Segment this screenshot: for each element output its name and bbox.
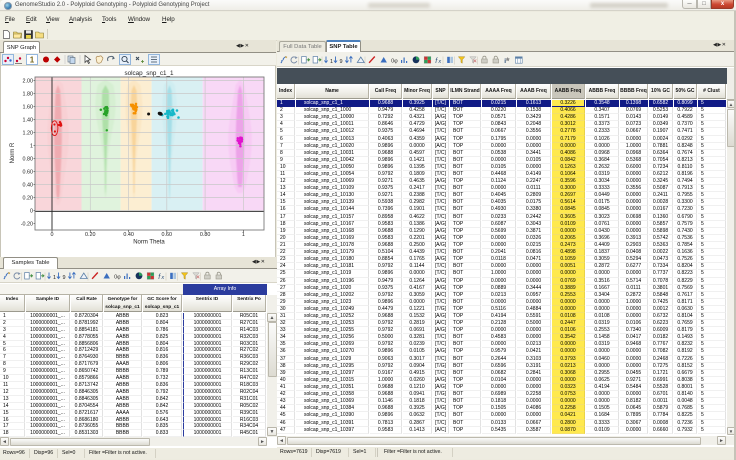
- svg-text:1.40: 1.40: [23, 118, 34, 124]
- svg-text:9: 9: [340, 59, 343, 65]
- svg-text:1: 1: [53, 275, 56, 281]
- svg-text:0: 0: [51, 232, 54, 238]
- svg-text:solcap_snp_c1_1: solcap_snp_c1_1: [124, 70, 174, 77]
- svg-text:1: 1: [30, 144, 33, 150]
- svg-text:1: 1: [30, 56, 35, 65]
- svg-text:0.40: 0.40: [23, 183, 34, 189]
- svg-text:0φ: 0φ: [114, 275, 121, 281]
- svg-text:0.40: 0.40: [123, 232, 134, 238]
- svg-text:-0.20: -0.20: [21, 222, 33, 228]
- svg-text:1.60: 1.60: [23, 105, 34, 111]
- svg-text:1.20: 1.20: [23, 131, 34, 137]
- svg-text:x: x: [160, 275, 164, 281]
- svg-text:0.20: 0.20: [85, 232, 96, 238]
- svg-text:0.60: 0.60: [23, 170, 34, 176]
- svg-text:Norm Theta: Norm Theta: [133, 240, 165, 246]
- svg-text:1.80: 1.80: [23, 92, 34, 98]
- svg-text:0.80: 0.80: [23, 157, 34, 163]
- svg-text:0.80: 0.80: [200, 232, 211, 238]
- svg-text:0: 0: [30, 209, 33, 215]
- svg-text:2.00: 2.00: [23, 79, 34, 85]
- svg-text:0.60: 0.60: [162, 232, 173, 238]
- svg-text:9: 9: [63, 275, 66, 281]
- svg-text:1: 1: [330, 59, 333, 65]
- svg-text:0φ: 0φ: [391, 59, 398, 65]
- svg-text:1: 1: [242, 232, 245, 238]
- svg-text:Norm R: Norm R: [10, 142, 16, 163]
- svg-text:0.20: 0.20: [23, 196, 34, 202]
- svg-text:x: x: [437, 59, 441, 65]
